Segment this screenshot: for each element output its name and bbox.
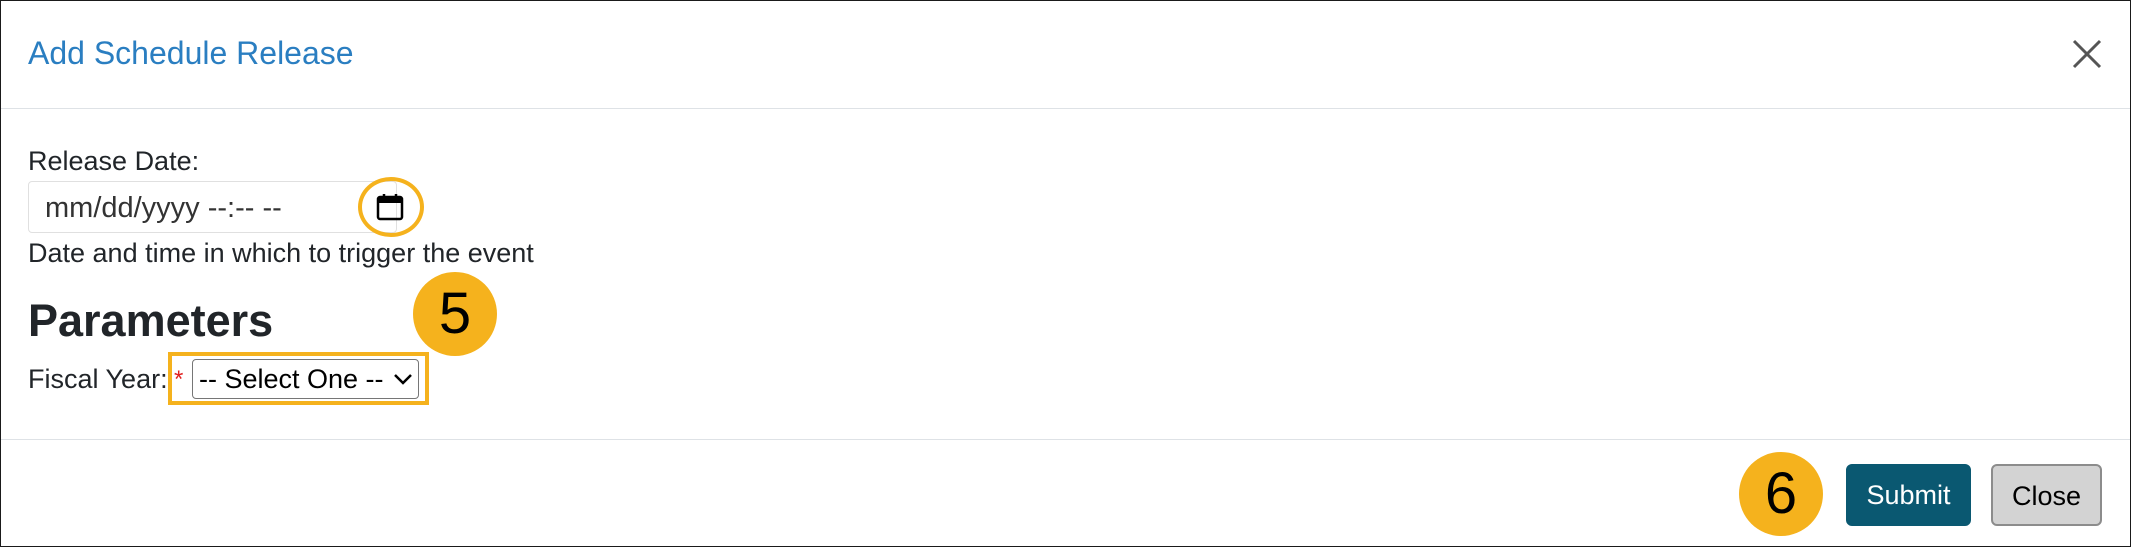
parameters-heading: Parameters [28, 295, 274, 346]
add-schedule-release-dialog: Add Schedule Release Release Date: mm/dd… [0, 0, 2131, 547]
submit-button[interactable]: Submit [1846, 464, 1971, 526]
release-date-help: Date and time in which to trigger the ev… [28, 238, 534, 268]
dialog-title: Add Schedule Release [28, 35, 354, 71]
step-6-callout: 6 [1739, 452, 1823, 536]
calendar-icon[interactable] [374, 191, 406, 223]
fiscal-year-select[interactable]: -- Select One -- [192, 359, 419, 399]
release-date-placeholder: mm/dd/yyyy --:-- -- [45, 192, 282, 224]
fiscal-year-selected: -- Select One -- [199, 364, 384, 394]
release-date-input[interactable]: mm/dd/yyyy --:-- -- [28, 181, 397, 233]
close-icon[interactable] [2070, 37, 2104, 71]
close-button[interactable]: Close [1991, 464, 2102, 526]
step-5-callout: 5 [413, 272, 497, 356]
required-marker: * [174, 366, 184, 393]
dialog-header: Add Schedule Release [1, 1, 2130, 109]
release-date-label: Release Date: [28, 146, 200, 176]
chevron-down-icon [394, 374, 412, 385]
dialog-body: Release Date: mm/dd/yyyy --:-- -- Date a… [1, 109, 2130, 439]
fiscal-year-label: Fiscal Year: [28, 364, 168, 394]
